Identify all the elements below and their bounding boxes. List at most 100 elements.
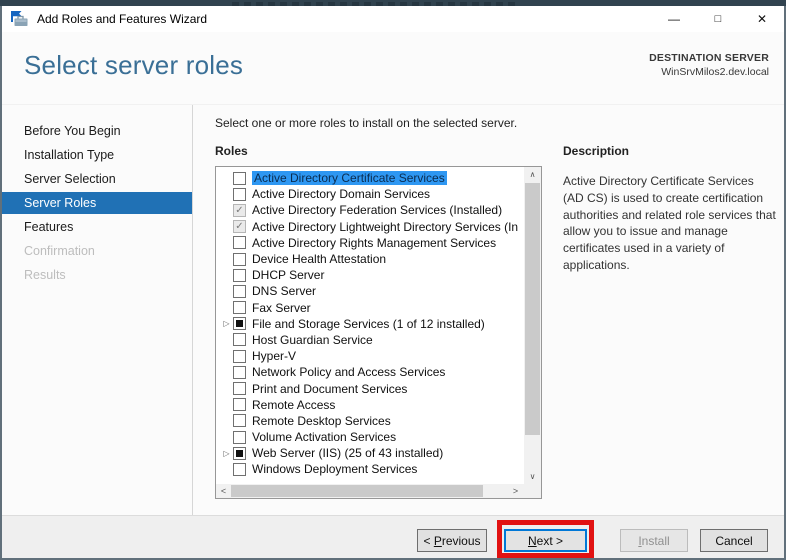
role-label[interactable]: Active Directory Rights Management Servi…	[252, 236, 496, 250]
partial-check-square	[236, 450, 243, 457]
sidebar-item-features[interactable]: Features	[2, 216, 192, 238]
role-label[interactable]: Active Directory Certificate Services	[252, 171, 447, 185]
role-row-dns-server[interactable]: DNS Server	[216, 283, 524, 299]
window-title: Add Roles and Features Wizard	[37, 12, 207, 26]
roles-listbox: Active Directory Certificate Services Act…	[215, 166, 542, 499]
instruction-text: Select one or more roles to install on t…	[215, 116, 517, 130]
sidebar-item-installation-type[interactable]: Installation Type	[2, 144, 192, 166]
install-button-label: Install	[638, 534, 669, 548]
role-checkbox-unchecked[interactable]	[233, 431, 246, 444]
scroll-right-icon[interactable]: >	[508, 486, 523, 496]
role-row-active-directory-rights-management-services[interactable]: Active Directory Rights Management Servi…	[216, 235, 524, 251]
role-label[interactable]: Fax Server	[252, 301, 311, 315]
sidebar-item-before-you-begin[interactable]: Before You Begin	[2, 120, 192, 142]
role-row-active-directory-lightweight-directory-services-in[interactable]: ✓ Active Directory Lightweight Directory …	[216, 219, 524, 235]
role-label[interactable]: Host Guardian Service	[252, 333, 373, 347]
title-bar: Add Roles and Features Wizard — □ ✕	[2, 6, 784, 32]
role-checkbox-unchecked[interactable]	[233, 414, 246, 427]
background-window-text-remnant	[232, 2, 520, 6]
role-label[interactable]: Volume Activation Services	[252, 430, 396, 444]
role-label[interactable]: Hyper-V	[252, 349, 296, 363]
previous-button-label: < Previous	[423, 534, 480, 548]
role-row-fax-server[interactable]: Fax Server	[216, 300, 524, 316]
role-checkbox-unchecked[interactable]	[233, 463, 246, 476]
role-row-active-directory-federation-services-installed[interactable]: ✓ Active Directory Federation Services (I…	[216, 202, 524, 218]
role-label[interactable]: File and Storage Services (1 of 12 insta…	[252, 317, 485, 331]
maximize-icon: □	[715, 13, 722, 25]
next-button[interactable]: Next >	[504, 529, 587, 552]
role-checkbox-partial[interactable]	[233, 317, 246, 330]
role-label[interactable]: Windows Deployment Services	[252, 462, 417, 476]
vertical-scrollbar-thumb[interactable]	[525, 183, 540, 435]
cancel-button[interactable]: Cancel	[700, 529, 768, 552]
role-row-windows-deployment-services[interactable]: Windows Deployment Services	[216, 461, 524, 477]
role-label[interactable]: Remote Desktop Services	[252, 414, 391, 428]
roles-label: Roles	[215, 144, 248, 158]
role-label[interactable]: Active Directory Lightweight Directory S…	[252, 220, 518, 234]
role-label[interactable]: Active Directory Federation Services (In…	[252, 203, 502, 217]
role-checkbox-unchecked[interactable]	[233, 172, 246, 185]
horizontal-scrollbar[interactable]: < >	[216, 484, 541, 498]
role-checkbox-unchecked[interactable]	[233, 188, 246, 201]
role-checkbox-unchecked[interactable]	[233, 350, 246, 363]
expander-icon[interactable]: ▷	[220, 317, 233, 330]
expander-icon[interactable]: ▷	[220, 447, 233, 460]
role-row-web-server-iis-25-of-43-installed[interactable]: ▷ Web Server (IIS) (25 of 43 installed)	[216, 445, 524, 461]
role-checkbox-unchecked[interactable]	[233, 301, 246, 314]
role-row-device-health-attestation[interactable]: Device Health Attestation	[216, 251, 524, 267]
role-checkbox-unchecked[interactable]	[233, 398, 246, 411]
scroll-up-icon[interactable]: ∧	[524, 167, 541, 182]
role-label[interactable]: Web Server (IIS) (25 of 43 installed)	[252, 446, 443, 460]
sidebar-item-server-roles[interactable]: Server Roles	[2, 192, 192, 214]
role-checkbox-installed: ✓	[233, 204, 246, 217]
cancel-button-label: Cancel	[715, 534, 752, 548]
previous-button[interactable]: < Previous	[417, 529, 487, 552]
partial-check-square	[236, 320, 243, 327]
role-label[interactable]: Active Directory Domain Services	[252, 187, 430, 201]
horizontal-scrollbar-thumb[interactable]	[231, 485, 483, 497]
role-row-remote-desktop-services[interactable]: Remote Desktop Services	[216, 413, 524, 429]
role-row-volume-activation-services[interactable]: Volume Activation Services	[216, 429, 524, 445]
wizard-sidebar: Before You BeginInstallation TypeServer …	[2, 105, 193, 515]
role-label[interactable]: Device Health Attestation	[252, 252, 386, 266]
role-label[interactable]: Remote Access	[252, 398, 335, 412]
minimize-icon: —	[668, 12, 680, 26]
next-button-label: Next >	[528, 534, 563, 548]
role-row-host-guardian-service[interactable]: Host Guardian Service	[216, 332, 524, 348]
role-row-dhcp-server[interactable]: DHCP Server	[216, 267, 524, 283]
close-button[interactable]: ✕	[740, 6, 784, 32]
role-checkbox-unchecked[interactable]	[233, 253, 246, 266]
role-checkbox-unchecked[interactable]	[233, 285, 246, 298]
background-window-edge	[0, 0, 786, 6]
description-panel: Description Active Directory Certificate…	[563, 144, 777, 274]
role-checkbox-unchecked[interactable]	[233, 382, 246, 395]
role-checkbox-unchecked[interactable]	[233, 333, 246, 346]
role-checkbox-unchecked[interactable]	[233, 269, 246, 282]
role-row-active-directory-certificate-services[interactable]: Active Directory Certificate Services	[216, 170, 524, 186]
role-row-hyper-v[interactable]: Hyper-V	[216, 348, 524, 364]
sidebar-item-server-selection[interactable]: Server Selection	[2, 168, 192, 190]
roles-list: Active Directory Certificate Services Act…	[216, 170, 524, 484]
role-checkbox-partial[interactable]	[233, 447, 246, 460]
role-row-network-policy-and-access-services[interactable]: Network Policy and Access Services	[216, 364, 524, 380]
maximize-button[interactable]: □	[696, 6, 740, 32]
description-body: Active Directory Certificate Services (A…	[563, 173, 777, 274]
role-label[interactable]: Network Policy and Access Services	[252, 365, 445, 379]
role-checkbox-unchecked[interactable]	[233, 236, 246, 249]
scroll-left-icon[interactable]: <	[216, 486, 231, 496]
description-title: Description	[563, 144, 777, 158]
role-row-active-directory-domain-services[interactable]: Active Directory Domain Services	[216, 186, 524, 202]
role-label[interactable]: DNS Server	[252, 284, 316, 298]
role-row-file-and-storage-services-1-of-12-installed[interactable]: ▷ File and Storage Services (1 of 12 inst…	[216, 316, 524, 332]
minimize-button[interactable]: —	[652, 6, 696, 32]
vertical-scrollbar[interactable]: ∧ ∨	[524, 167, 541, 484]
role-row-remote-access[interactable]: Remote Access	[216, 397, 524, 413]
role-label[interactable]: Print and Document Services	[252, 382, 407, 396]
role-checkbox-installed: ✓	[233, 220, 246, 233]
role-row-print-and-document-services[interactable]: Print and Document Services	[216, 380, 524, 396]
scroll-down-icon[interactable]: ∨	[524, 469, 541, 484]
role-label[interactable]: DHCP Server	[252, 268, 324, 282]
wizard-header: Select server roles DESTINATION SERVER W…	[2, 32, 784, 104]
role-checkbox-unchecked[interactable]	[233, 366, 246, 379]
destination-server-label: DESTINATION SERVER	[649, 52, 769, 64]
